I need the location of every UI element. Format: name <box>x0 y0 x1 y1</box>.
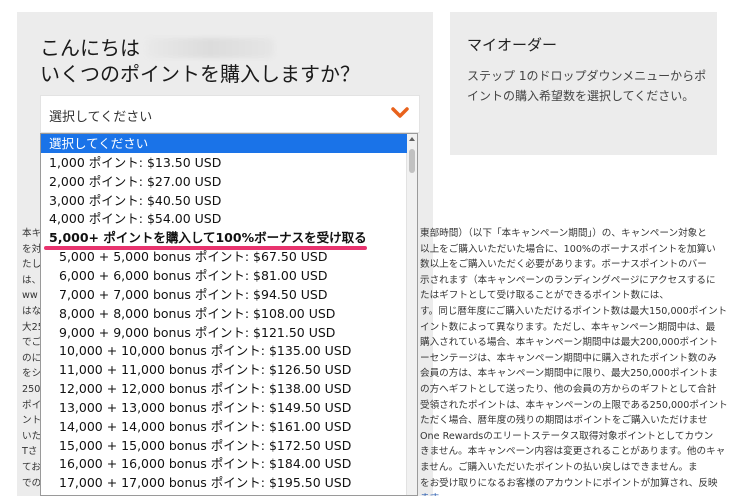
dropdown-option[interactable]: 8,000 + 8,000 bonus ポイント: $108.00 USD <box>41 304 407 323</box>
terms-line: をお受け取りになるお客様のアカウントにポイントが加算され、反映 <box>420 477 718 489</box>
terms-line: 受領されたポイントは、本キャンペーンの上限である250,000ポイント <box>420 399 728 411</box>
terms-fragment: ポイ <box>22 399 42 411</box>
dropdown-option[interactable]: 3,000 ポイント: $40.50 USD <box>41 191 407 210</box>
terms-line: イント数によって異なります。ただし、本キャンペーン期間中は、最 <box>420 321 716 333</box>
dropdown-option[interactable]: 11,000 + 11,000 bonus ポイント: $126.50 USD <box>41 360 407 379</box>
terms-line: 数以上をご購入いただく必要があります。ボーナスポイントのバー <box>420 259 707 271</box>
terms-line: の方へギフトとして送ったり、他の会員の方からのギフトとして合計 <box>420 384 717 395</box>
terms-fragment: をシ <box>22 368 42 380</box>
terms-line: 購入されている場合、本キャンペーン期間中は最大200,000ポイント <box>420 337 718 349</box>
dropdown-group-label: 5,000+ ポイントを購入して100%ボーナスを受け取る <box>49 230 367 246</box>
terms-fragment: 250 <box>22 384 41 395</box>
greeting-hello: こんにちは <box>40 36 140 60</box>
order-title: マイオーダー <box>467 36 558 54</box>
dropdown-option[interactable]: 1,000 ポイント: $13.50 USD <box>41 153 407 172</box>
terms-fragment: でご <box>22 337 42 349</box>
terms-line: ーセンテージは、本キャンペーン期間中に購入されたポイント数のみ <box>420 352 717 364</box>
terms-fragment: てお <box>22 462 41 473</box>
terms-fragment: たし <box>22 259 42 271</box>
dropdown-option[interactable]: 6,000 + 6,000 bonus ポイント: $81.00 USD <box>41 266 407 285</box>
dropdown-option[interactable]: 4,000 ポイント: $54.00 USD <box>41 209 407 228</box>
terms-fragment: での <box>22 477 42 489</box>
terms-line: 以上をご購入いただいた場合に、100%のボーナスポイントを加算い <box>420 243 716 255</box>
terms-line: たはギフトとして受け取ることができるポイント数には、 <box>420 290 669 302</box>
order-summary-panel: マイオーダー ステップ 1のドロップダウンメニューからポイントの購入希望数を選択… <box>450 12 717 155</box>
terms-line: す。同じ暦年度にご購入いただけるポイント数は最大150,000ポイント <box>420 306 728 317</box>
dropdown-scrollbar[interactable] <box>406 134 417 495</box>
scroll-up-arrow-icon[interactable] <box>409 137 415 141</box>
redacted-name <box>146 38 274 58</box>
chevron-down-icon <box>391 107 409 118</box>
terms-link[interactable]: ます <box>420 491 439 496</box>
dropdown-option[interactable]: 2,000 ポイント: $27.00 USD <box>41 172 407 191</box>
points-dropdown-list[interactable]: 選択してください 1,000 ポイント: $13.50 USD 2,000 ポイント… <box>40 133 418 496</box>
terms-line: 示されます（本キャンペーンのランディングページにアクセスするに <box>420 274 716 286</box>
dropdown-option[interactable]: 9,000 + 9,000 bonus ポイント: $121.50 USD <box>41 323 407 342</box>
dropdown-option[interactable]: 10,000 + 10,000 bonus ポイント: $135.00 USD <box>41 341 407 360</box>
dropdown-option[interactable]: 16,000 + 16,000 bonus ポイント: $184.00 USD <box>41 454 407 473</box>
terms-fragment: いた <box>22 430 42 442</box>
greeting-question: いくつのポイントを購入しますか？ <box>40 62 360 86</box>
terms-line: ません。ご購入いただいたポイントの払い戻しはできません。ま <box>420 462 698 473</box>
terms-fragment: ント <box>22 415 42 427</box>
greeting-heading: こんにちは いくつのポイントを購入しますか？ <box>40 35 360 87</box>
terms-fragment: は、 <box>22 274 42 286</box>
terms-line: 東部時間）（以下「本キャンペーン期間」）の、キャンペーン対象と <box>420 228 707 239</box>
terms-line: 会員の方は、本キャンペーン期間中に限り、最大250,000ポイントま <box>420 368 718 380</box>
terms-fragment: 本キ <box>22 228 42 239</box>
points-select[interactable]: 選択してください <box>40 95 420 133</box>
dropdown-option[interactable]: 12,000 + 12,000 bonus ポイント: $138.00 USD <box>41 379 407 398</box>
terms-fragment: のに <box>22 352 42 364</box>
order-description: ステップ 1のドロップダウンメニューからポイントの購入希望数を選択してください。 <box>467 69 707 103</box>
dropdown-option[interactable]: 14,000 + 14,000 bonus ポイント: $161.00 USD <box>41 417 407 436</box>
dropdown-option[interactable]: 17,000 + 17,000 bonus ポイント: $195.50 USD <box>41 473 407 492</box>
dropdown-option[interactable]: 13,000 + 13,000 bonus ポイント: $149.50 USD <box>41 398 407 417</box>
terms-line: ただく場合、暦年度の残りの期間はポイントをご購入いただけませ <box>420 415 708 427</box>
dropdown-option[interactable]: 選択してください <box>41 134 407 153</box>
terms-fragment: はな <box>22 306 42 317</box>
scroll-thumb[interactable] <box>409 149 415 173</box>
terms-line: きません。本キャンペーン内容は変更されることがあります。他のキャ <box>420 446 726 458</box>
terms-fragment: を対 <box>22 243 42 255</box>
dropdown-option[interactable]: 15,000 + 15,000 bonus ポイント: $172.50 USD <box>41 436 407 455</box>
terms-line: One Rewardsのエリートステータス取得対象ポイントとしてカウン <box>420 430 714 442</box>
points-select-value: 選択してください <box>49 110 153 125</box>
highlight-underline <box>44 246 367 250</box>
terms-fragment: Tさ <box>22 446 38 458</box>
dropdown-option[interactable]: 7,000 + 7,000 bonus ポイント: $94.50 USD <box>41 285 407 304</box>
terms-fragment: ww <box>22 290 38 302</box>
